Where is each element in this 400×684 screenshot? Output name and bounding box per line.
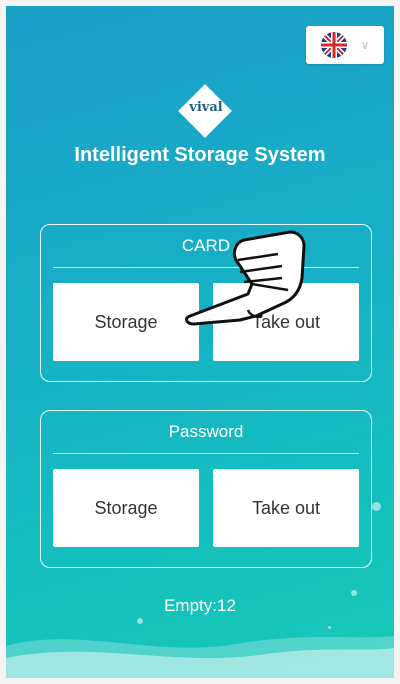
chevron-down-icon: ∨ — [360, 38, 370, 52]
empty-count-status: Empty:12 — [164, 596, 236, 615]
divider — [53, 453, 359, 454]
decorative-dot — [372, 502, 381, 511]
language-selector[interactable]: ∨ — [306, 26, 384, 64]
decorative-wave — [6, 636, 394, 678]
uk-flag-icon — [320, 32, 347, 58]
password-panel-title: Password — [168, 422, 244, 441]
password-takeout-button[interactable]: Take out — [213, 469, 359, 547]
decorative-dot — [351, 590, 357, 596]
logo-text: vival — [189, 100, 223, 115]
pointing-hand-icon — [185, 230, 306, 326]
password-panel: Password Storage Take out — [40, 410, 372, 568]
password-storage-button[interactable]: Storage — [53, 469, 199, 547]
app-screen: ∨ vival Intelligent Storage System CARD … — [6, 6, 394, 678]
vival-logo: vival — [178, 84, 234, 140]
page-title: Intelligent Storage System — [74, 144, 326, 166]
